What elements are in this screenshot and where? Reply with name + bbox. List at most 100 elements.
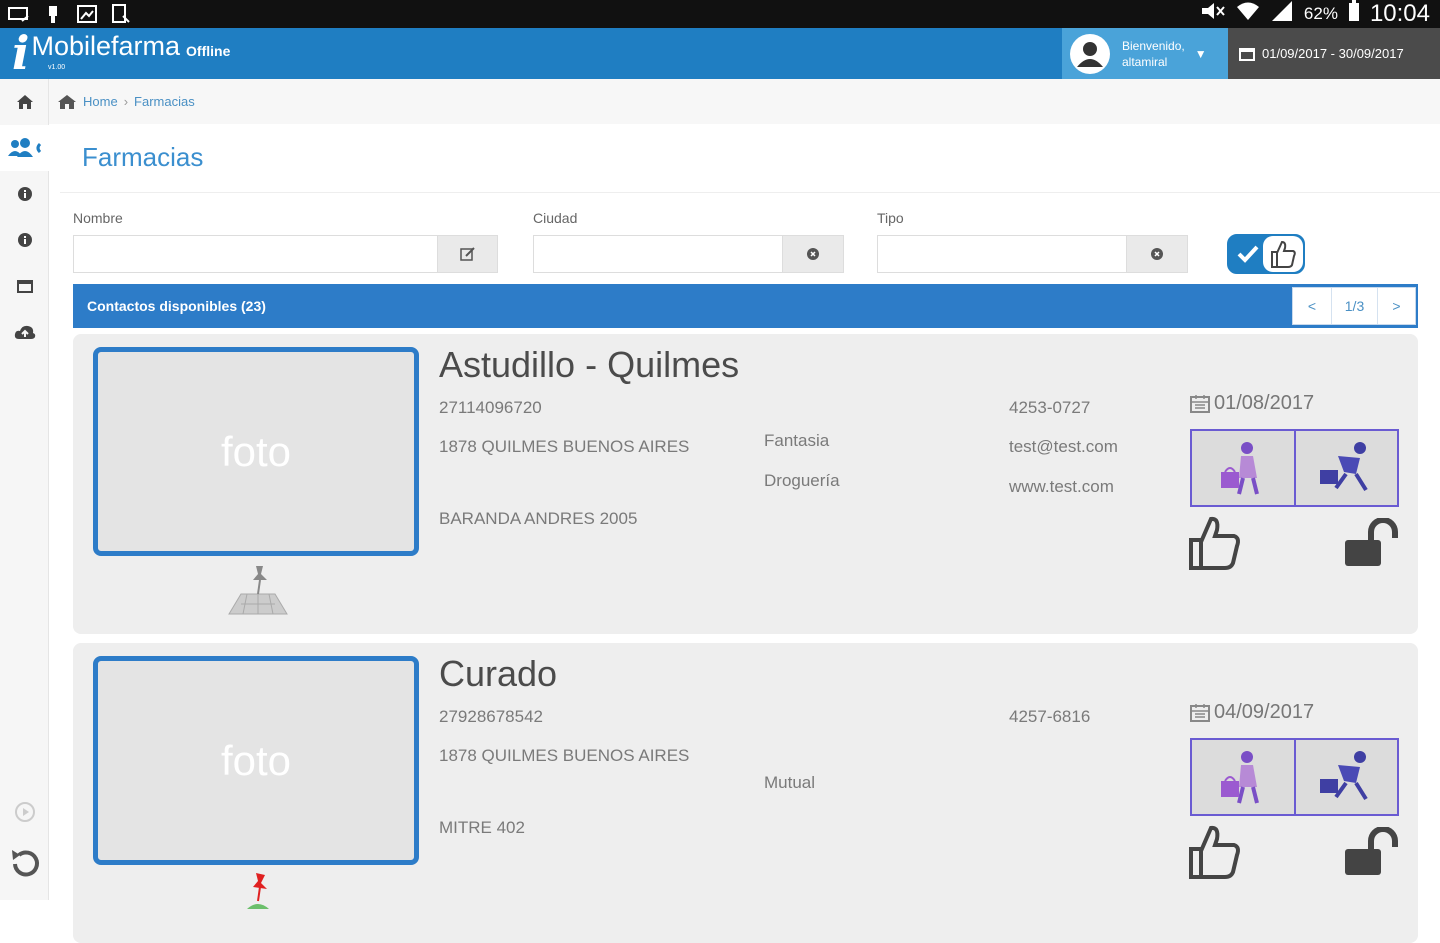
delivery-visit-button[interactable] bbox=[1296, 431, 1398, 505]
pharmacy-name: Astudillo - Quilmes bbox=[439, 344, 740, 385]
list-item[interactable]: foto Curado 27928678542 1878 QUILMES BUE… bbox=[73, 643, 1418, 943]
unlock-icon bbox=[1345, 517, 1398, 566]
calendar-icon bbox=[1239, 47, 1255, 61]
thumbs-up-icon bbox=[1189, 516, 1240, 570]
user-menu[interactable]: Bienvenido, altamiral ▼ bbox=[1062, 28, 1228, 79]
list-item[interactable]: foto Astudillo - Quilmes 27114096720 187… bbox=[73, 334, 1418, 634]
battery-percent: 62% bbox=[1303, 4, 1338, 23]
document-icon bbox=[110, 4, 132, 24]
page-title: Farmacias bbox=[82, 142, 204, 172]
ciudad-clear-button[interactable] bbox=[782, 235, 844, 273]
wifi-icon bbox=[1236, 1, 1260, 27]
shopping-visit-button[interactable] bbox=[1192, 431, 1296, 505]
map-pin-icon[interactable] bbox=[223, 871, 293, 916]
edit-icon bbox=[459, 247, 475, 261]
sidebar-item-contacts[interactable] bbox=[0, 125, 49, 171]
pharmacy-id: 27928678542 bbox=[439, 707, 544, 726]
user-icon bbox=[1077, 41, 1103, 67]
shopper-icon bbox=[1220, 442, 1259, 495]
runner-icon bbox=[1320, 442, 1368, 492]
runner-icon bbox=[1320, 751, 1368, 801]
photo-placeholder[interactable]: foto bbox=[93, 656, 419, 865]
date-range-picker[interactable]: 01/09/2017 - 30/09/2017 bbox=[1228, 28, 1440, 79]
nombre-label: Nombre bbox=[73, 210, 123, 226]
app-logo[interactable]: i Mobilefarma Offline v1.00 bbox=[12, 30, 230, 78]
visit-date-text: 01/08/2017 bbox=[1214, 392, 1315, 414]
mute-icon bbox=[1200, 2, 1226, 26]
approved-toggle[interactable] bbox=[1227, 234, 1305, 274]
pharmacy-address: MITRE 402 bbox=[439, 818, 525, 837]
pharmacy-type: Fantasia bbox=[764, 431, 830, 450]
sidebar bbox=[0, 79, 49, 900]
pharmacy-email: test@test.com bbox=[1009, 437, 1118, 456]
keyboard-icon bbox=[42, 4, 64, 24]
photo-placeholder[interactable]: foto bbox=[93, 347, 419, 556]
nombre-input[interactable] bbox=[73, 235, 438, 273]
pharmacy-city: 1878 QUILMES BUENOS AIRES bbox=[439, 437, 690, 456]
date-range-text: 01/09/2017 - 30/09/2017 bbox=[1262, 46, 1404, 61]
sidebar-collapse-toggle[interactable] bbox=[0, 789, 49, 835]
breadcrumb: Home › Farmacias bbox=[49, 79, 1440, 124]
edit-button[interactable] bbox=[437, 235, 498, 273]
visit-date-text: 04/09/2017 bbox=[1214, 701, 1315, 723]
calendar-icon bbox=[1190, 394, 1210, 413]
cloud-upload-icon bbox=[14, 325, 35, 339]
info-icon bbox=[17, 187, 32, 201]
gallery-icon bbox=[76, 4, 98, 24]
sidebar-item-info[interactable] bbox=[0, 171, 49, 217]
clear-circle-icon bbox=[807, 248, 819, 260]
visit-date: 01/08/2017 bbox=[1190, 392, 1314, 415]
prev-page-button[interactable]: < bbox=[1293, 288, 1331, 324]
welcome-text: Bienvenido, bbox=[1122, 38, 1185, 53]
pharmacy-type: Mutual bbox=[764, 773, 816, 792]
pharmacy-name: Curado bbox=[439, 653, 558, 694]
shopper-icon bbox=[1220, 751, 1259, 804]
avatar bbox=[1070, 33, 1110, 74]
unlock-button[interactable] bbox=[1343, 826, 1403, 882]
shopping-visit-button[interactable] bbox=[1192, 740, 1296, 814]
visit-actions bbox=[1190, 738, 1399, 816]
info-icon bbox=[17, 233, 32, 247]
unlock-icon bbox=[1345, 826, 1398, 875]
approve-button[interactable] bbox=[1188, 514, 1242, 577]
delivery-visit-button[interactable] bbox=[1296, 740, 1398, 814]
sidebar-item-home[interactable] bbox=[0, 79, 49, 125]
pharmacy-phone: 4257-6816 bbox=[1009, 707, 1091, 726]
visit-date: 04/09/2017 bbox=[1190, 701, 1314, 724]
pharmacy-city: 1878 QUILMES BUENOS AIRES bbox=[439, 746, 690, 765]
approve-button[interactable] bbox=[1188, 823, 1242, 886]
tipo-clear-button[interactable] bbox=[1126, 235, 1188, 273]
next-page-button[interactable]: > bbox=[1377, 288, 1415, 324]
sidebar-item-calendar[interactable] bbox=[0, 263, 49, 309]
sidebar-item-info-2[interactable] bbox=[0, 217, 49, 263]
calendar-icon bbox=[1190, 703, 1210, 722]
battery-icon bbox=[1348, 0, 1360, 28]
signal-icon bbox=[1270, 0, 1294, 28]
breadcrumb-home[interactable]: Home bbox=[83, 94, 118, 109]
pharmacy-address: BARANDA ANDRES 2005 bbox=[439, 509, 638, 528]
sidebar-item-refresh[interactable] bbox=[0, 839, 49, 889]
ciudad-input[interactable] bbox=[533, 235, 783, 273]
logo-letter: i bbox=[12, 26, 30, 80]
home-icon bbox=[58, 94, 76, 109]
play-circle-icon bbox=[14, 802, 35, 822]
clear-circle-icon bbox=[1151, 248, 1163, 260]
thumbs-up-icon bbox=[1189, 825, 1240, 879]
toggle-knob bbox=[1263, 236, 1303, 272]
app-version: v1.00 bbox=[48, 64, 66, 71]
tipo-input[interactable] bbox=[877, 235, 1127, 273]
app-name: Mobilefarma bbox=[31, 31, 181, 61]
tipo-label: Tipo bbox=[877, 210, 904, 226]
pagination: < 1/3 > bbox=[1292, 287, 1416, 325]
refresh-icon bbox=[11, 850, 39, 877]
unlock-button[interactable] bbox=[1343, 517, 1403, 573]
map-pin-icon[interactable] bbox=[223, 564, 293, 625]
ciudad-label: Ciudad bbox=[533, 210, 578, 226]
sidebar-item-sync[interactable] bbox=[0, 309, 49, 355]
breadcrumb-separator: › bbox=[123, 94, 129, 109]
thumbs-up-icon bbox=[1271, 240, 1296, 268]
users-icon bbox=[7, 138, 41, 157]
list-header: Contactos disponibles (23) < 1/3 > bbox=[73, 284, 1418, 328]
divider bbox=[60, 192, 1440, 193]
pharmacy-type-2: Droguería bbox=[764, 471, 840, 490]
